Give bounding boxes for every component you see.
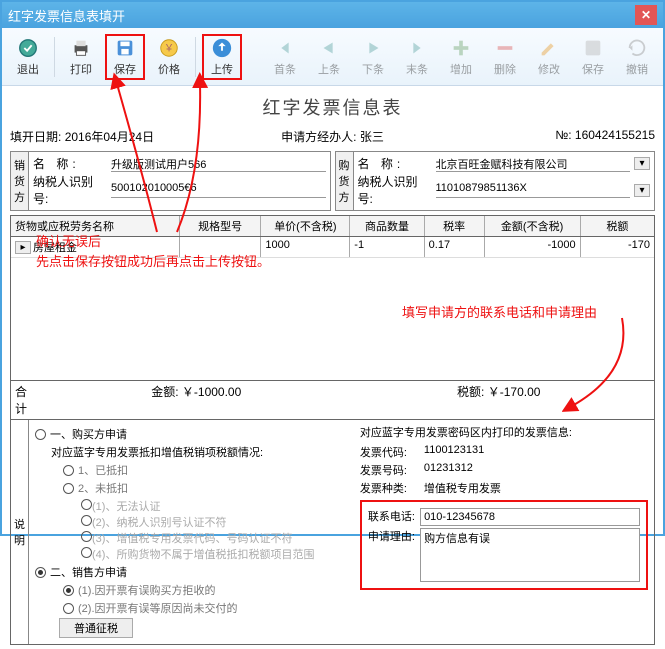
first-button: 首条 bbox=[265, 34, 305, 80]
exit-button[interactable]: 退出 bbox=[8, 34, 48, 80]
arrow-icon bbox=[172, 72, 252, 242]
radio-seller-a[interactable]: (1).因开票有误购买方拒收的 bbox=[63, 582, 352, 598]
inv-code: 1100123131 bbox=[424, 444, 648, 460]
radio-deducted: 1、已抵扣 bbox=[63, 462, 352, 478]
buyer-name[interactable]: 北京百旺金赋科技有限公司 bbox=[436, 156, 631, 172]
radio-s2d: (4)、所购货物不属于增值税抵扣税额项目范围 bbox=[81, 546, 352, 562]
undo-button: 撤销 bbox=[617, 34, 657, 80]
del-button: 删除 bbox=[485, 34, 525, 80]
buyer-name-dropdown[interactable]: ▾ bbox=[634, 157, 650, 170]
applicant-label: 申请方经办人: bbox=[281, 130, 356, 144]
row-expand-icon[interactable]: ▸ bbox=[15, 241, 31, 254]
last-button: 末条 bbox=[397, 34, 437, 80]
blue-invoice-title: 对应蓝字专用发票密码区内打印的发票信息: bbox=[360, 424, 648, 440]
arrow-icon bbox=[562, 312, 642, 412]
radio-not-deducted: 2、未抵扣 bbox=[63, 480, 352, 496]
num-label: №: bbox=[555, 128, 571, 142]
buyer-tax-dropdown[interactable]: ▾ bbox=[634, 184, 650, 197]
radio-buyer-apply[interactable]: 一、购买方申请 bbox=[35, 426, 352, 442]
radio-s2a: (1)、无法认证 bbox=[81, 498, 352, 514]
buyer-vlabel: 购货方 bbox=[336, 152, 354, 210]
reason-textarea[interactable]: 购方信息有误 bbox=[420, 528, 640, 582]
next-button: 下条 bbox=[353, 34, 393, 80]
radio-s2b: (2)、纳税人识别号认证不符 bbox=[81, 514, 352, 530]
sum-amount: ￥-1000.00 bbox=[182, 385, 241, 399]
modify-button: 修改 bbox=[529, 34, 569, 80]
date-label: 填开日期: bbox=[10, 130, 61, 144]
inv-type: 增值税专用发票 bbox=[424, 480, 648, 496]
buyer-tax[interactable]: 11010879851136X bbox=[436, 182, 631, 198]
close-icon[interactable]: ✕ bbox=[635, 5, 657, 25]
svg-text:￥: ￥ bbox=[164, 43, 174, 54]
num-value: 160424155215 bbox=[575, 128, 655, 142]
seller-vlabel: 销货方 bbox=[11, 152, 29, 210]
buyer-box: 购货方 名 称:北京百旺金赋科技有限公司▾ 纳税人识别号:11010879851… bbox=[335, 151, 656, 211]
tax-mode[interactable]: 普通征税 bbox=[59, 618, 133, 638]
radio-seller-apply[interactable]: 二、销售方申请 bbox=[35, 564, 352, 580]
prev-button: 上条 bbox=[309, 34, 349, 80]
titlebar: 红字发票信息表填开 ✕ bbox=[2, 2, 663, 28]
applicant-value: 张三 bbox=[360, 130, 384, 144]
radio-s2c: (3)、增值税专用发票代码、号码认证不符 bbox=[81, 530, 352, 546]
radio-seller-b[interactable]: (2).因开票有误等原因尚未交付的 bbox=[63, 600, 352, 616]
add-button: 增加 bbox=[441, 34, 481, 80]
inv-num: 01231312 bbox=[424, 462, 648, 478]
print-button[interactable]: 打印 bbox=[61, 34, 101, 80]
sum-tax: ￥-170.00 bbox=[488, 385, 541, 399]
save2-button: 保存 bbox=[573, 34, 613, 80]
window-title: 红字发票信息表填开 bbox=[8, 6, 125, 25]
contact-redbox: 联系电话: 申请理由:购方信息有误 bbox=[360, 500, 648, 590]
summary-row: 合 计 金额: ￥-1000.00 税额: ￥-170.00 bbox=[10, 381, 655, 420]
desc-vlabel: 说明 bbox=[11, 420, 29, 644]
tel-input[interactable] bbox=[420, 508, 640, 526]
